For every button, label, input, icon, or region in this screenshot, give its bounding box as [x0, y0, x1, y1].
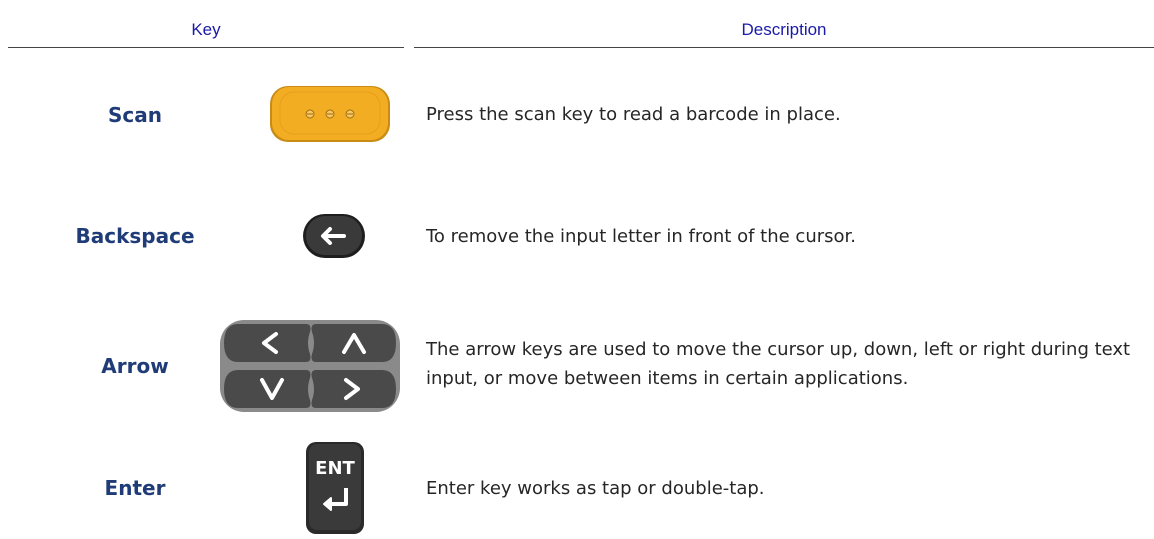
enter-key-cap-text: ENT	[315, 458, 355, 479]
key-label-enter: Enter	[104, 476, 166, 500]
key-label-arrow: Arrow	[101, 354, 169, 378]
table-row-arrow: Arrow The arrow keys are used to move th…	[0, 320, 1154, 412]
column-header-description: Description	[741, 20, 827, 39]
table-row-scan: Scan Press the scan key to read a barcod…	[0, 84, 1154, 146]
key-label-backspace: Backspace	[75, 224, 195, 248]
description-arrow: The arrow keys are used to move the curs…	[426, 339, 1131, 389]
key-label-scan: Scan	[108, 103, 162, 127]
table-row-backspace: Backspace To remove the input letter in …	[0, 212, 1154, 262]
header-divider-description	[414, 47, 1154, 48]
header-divider-key	[8, 47, 404, 48]
table-row-enter: Enter ENT Enter key works as tap or doub…	[0, 442, 1154, 534]
description-backspace: To remove the input letter in front of t…	[426, 226, 856, 247]
description-enter: Enter key works as tap or double-tap.	[426, 478, 765, 499]
scan-key-icon	[220, 84, 400, 146]
backspace-key-icon	[220, 212, 400, 262]
arrow-keys-icon	[220, 320, 400, 412]
enter-key-icon: ENT	[220, 442, 400, 534]
column-header-key: Key	[191, 20, 221, 39]
description-scan: Press the scan key to read a barcode in …	[426, 104, 841, 125]
